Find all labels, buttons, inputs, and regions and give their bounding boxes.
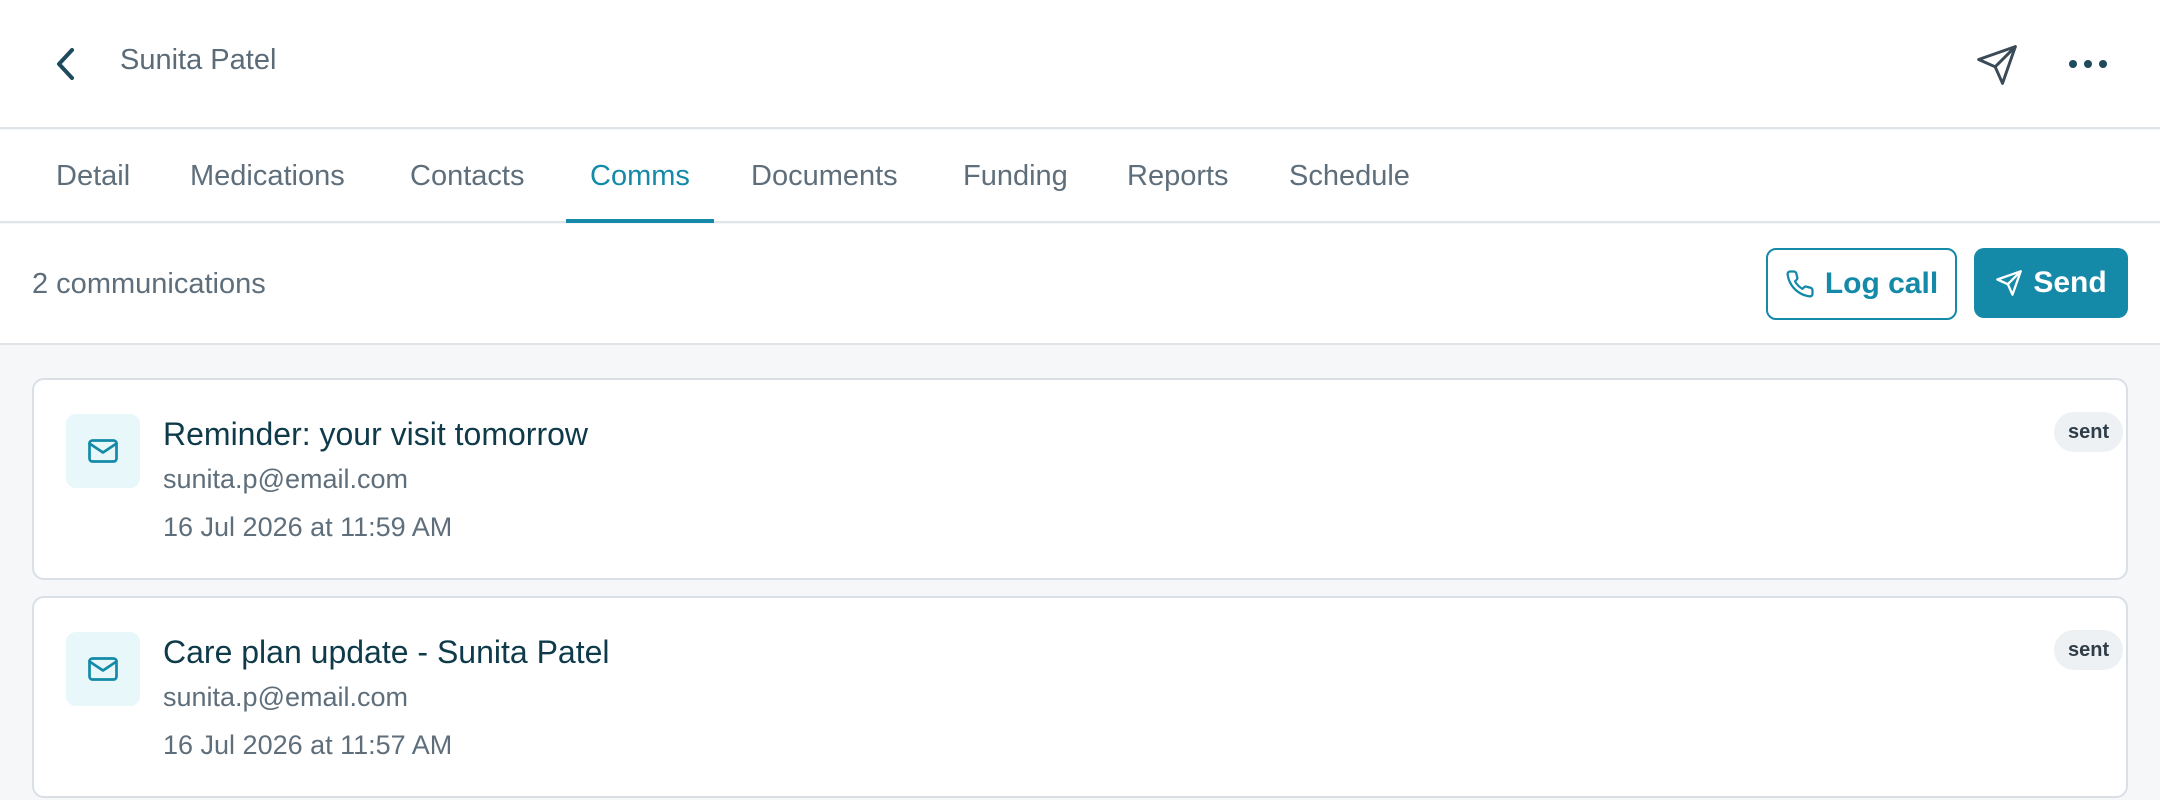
communication-timestamp: 16 Jul 2026 at 11:59 AM bbox=[163, 512, 453, 542]
top-bar: Sunita Patel bbox=[0, 0, 2160, 129]
communication-recipient: sunita.p@email.com bbox=[163, 682, 409, 712]
tab-comms[interactable]: Comms bbox=[566, 130, 714, 223]
more-options-button[interactable] bbox=[2064, 40, 2112, 88]
mail-icon-tile bbox=[66, 414, 140, 488]
communication-recipient: sunita.p@email.com bbox=[163, 464, 409, 494]
log-call-label: Log call bbox=[1824, 267, 1939, 300]
comms-toolbar: 2 communications Log call Send bbox=[0, 224, 2160, 345]
communication-subject: Reminder: your visit tomorrow bbox=[163, 416, 588, 452]
mail-icon bbox=[88, 439, 118, 463]
tab-funding[interactable]: Funding bbox=[939, 130, 1092, 222]
phone-icon bbox=[1786, 270, 1814, 298]
log-call-button[interactable]: Log call bbox=[1766, 248, 1957, 320]
tab-bar: Detail Medications Contacts Comms Docume… bbox=[0, 130, 2160, 223]
send-message-button[interactable] bbox=[1972, 40, 2022, 90]
status-badge: sent bbox=[2054, 630, 2124, 670]
tab-reports[interactable]: Reports bbox=[1103, 130, 1253, 222]
communication-item[interactable]: Care plan update - Sunita Patel sunita.p… bbox=[32, 596, 2128, 798]
paper-plane-icon bbox=[1977, 45, 2017, 85]
communication-timestamp: 16 Jul 2026 at 11:57 AM bbox=[163, 730, 453, 760]
back-button[interactable] bbox=[46, 40, 86, 88]
communications-count: 2 communications bbox=[32, 268, 266, 300]
tab-detail[interactable]: Detail bbox=[32, 130, 154, 222]
paper-plane-icon bbox=[1996, 270, 2023, 296]
tab-schedule[interactable]: Schedule bbox=[1265, 130, 1434, 222]
status-badge: sent bbox=[2054, 412, 2124, 452]
communication-subject: Care plan update - Sunita Patel bbox=[163, 634, 610, 670]
tab-documents[interactable]: Documents bbox=[727, 130, 922, 222]
more-horizontal-icon bbox=[2069, 60, 2107, 68]
tab-medications[interactable]: Medications bbox=[166, 130, 369, 222]
tab-contacts[interactable]: Contacts bbox=[386, 130, 548, 222]
page-title: Sunita Patel bbox=[120, 44, 277, 76]
send-label: Send bbox=[2033, 266, 2107, 299]
chevron-left-icon bbox=[57, 48, 74, 80]
mail-icon bbox=[88, 657, 118, 681]
send-button[interactable]: Send bbox=[1974, 248, 2128, 318]
communication-item[interactable]: Reminder: your visit tomorrow sunita.p@e… bbox=[32, 378, 2128, 580]
mail-icon-tile bbox=[66, 632, 140, 706]
